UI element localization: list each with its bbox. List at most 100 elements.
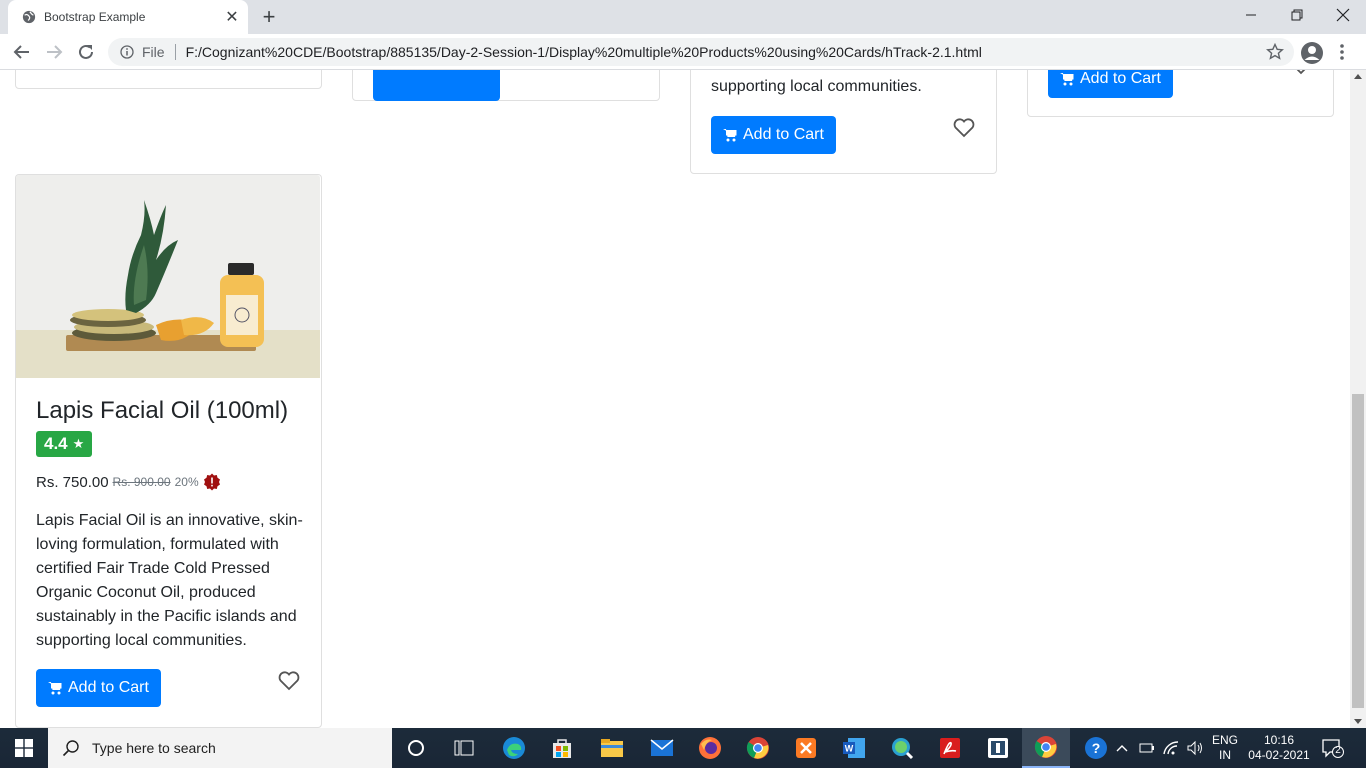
back-arrow-icon <box>13 45 29 59</box>
cortana-button[interactable] <box>392 728 440 768</box>
page-viewport: supporting local communities. Add to Car… <box>0 70 1350 728</box>
info-icon[interactable] <box>120 45 134 59</box>
add-to-cart-button[interactable]: Add to Cart <box>711 116 836 154</box>
globe-icon <box>22 10 36 24</box>
battery-network-icon[interactable] <box>1138 741 1156 755</box>
price-line: Rs. 750.00 Rs. 900.00 20% <box>36 473 221 491</box>
add-to-cart-button[interactable] <box>373 70 500 101</box>
scrollbar-thumb[interactable] <box>1352 394 1364 708</box>
vertical-scrollbar[interactable] <box>1350 70 1366 728</box>
region-code: IN <box>1219 748 1231 762</box>
browser-app[interactable] <box>878 728 926 768</box>
heart-icon[interactable] <box>953 118 975 138</box>
chrome-active-app[interactable] <box>1022 728 1070 768</box>
edge-icon <box>503 737 525 759</box>
help-tray[interactable]: ? <box>1072 728 1120 768</box>
remote-desktop-icon <box>988 738 1008 758</box>
wifi-icon[interactable] <box>1162 740 1180 756</box>
profile-icon[interactable] <box>1300 41 1324 65</box>
product-image <box>16 175 320 378</box>
globe-search-icon <box>892 738 914 760</box>
restore-button[interactable] <box>1274 0 1320 30</box>
notification-center-button[interactable]: 2 <box>1322 738 1344 758</box>
pdf-icon <box>940 738 960 758</box>
reload-icon <box>79 44 93 59</box>
product-card-2-bottom <box>352 70 660 101</box>
browser-toolbar: File F:/Cognizant%20CDE/Bootstrap/885135… <box>0 34 1366 70</box>
language-indicator[interactable]: ENG IN <box>1208 733 1242 763</box>
tray-expand-icon[interactable] <box>1116 743 1128 753</box>
heart-icon[interactable] <box>1290 70 1312 75</box>
add-to-cart-label: Add to Cart <box>68 679 149 696</box>
xampp-icon <box>796 738 816 758</box>
clock-date: 04-02-2021 <box>1248 748 1310 762</box>
scheme-label: File <box>142 44 165 60</box>
folder-icon <box>601 739 623 757</box>
task-view-button[interactable] <box>440 728 488 768</box>
cart-icon <box>48 682 62 695</box>
acrobat-app[interactable] <box>926 728 974 768</box>
firefox-icon <box>699 737 721 759</box>
add-to-cart-button[interactable]: Add to Cart <box>1048 70 1173 98</box>
close-tab-icon[interactable]: ✕ <box>224 9 240 26</box>
firefox-app[interactable] <box>686 728 734 768</box>
bookmark-star-icon[interactable] <box>1266 43 1284 61</box>
mail-app[interactable] <box>638 728 686 768</box>
price: Rs. 750.00 <box>36 473 109 491</box>
remote-app[interactable] <box>974 728 1022 768</box>
mail-icon <box>650 739 674 756</box>
store-app[interactable] <box>538 728 586 768</box>
edge-app[interactable] <box>490 728 538 768</box>
new-tab-button[interactable]: + <box>258 4 280 29</box>
rating-value: 4.4 <box>44 434 68 453</box>
reload-button[interactable] <box>73 39 99 65</box>
help-icon: ? <box>1085 737 1107 759</box>
close-window-button[interactable] <box>1320 0 1366 30</box>
forward-button[interactable] <box>41 39 67 65</box>
svg-text:W: W <box>845 744 854 754</box>
product-photo <box>16 175 320 378</box>
windows-logo-icon <box>15 739 33 757</box>
offer-badge-icon[interactable] <box>203 473 221 491</box>
start-button[interactable] <box>0 728 48 768</box>
chrome-icon <box>746 737 769 759</box>
minimize-icon <box>1246 14 1256 16</box>
close-icon <box>1336 8 1350 22</box>
taskbar-search[interactable]: Type here to search <box>48 728 392 768</box>
volume-icon[interactable] <box>1186 740 1204 756</box>
restore-icon <box>1291 9 1303 21</box>
product-card-4-bottom: Add to Cart <box>1027 70 1334 117</box>
notification-count: 2 <box>1335 745 1341 756</box>
language-code: ENG <box>1211 733 1238 747</box>
xampp-app[interactable] <box>782 728 830 768</box>
product-card-1-bottom <box>15 70 322 89</box>
clock-time: 10:16 <box>1263 733 1295 747</box>
file-explorer-app[interactable] <box>588 728 636 768</box>
scroll-down-arrow-icon[interactable] <box>1354 719 1362 724</box>
url-text[interactable]: F:/Cognizant%20CDE/Bootstrap/885135/Day-… <box>186 44 1266 60</box>
star-icon: ★ <box>72 436 85 451</box>
store-icon <box>553 739 571 758</box>
tab-title: Bootstrap Example <box>44 10 146 24</box>
rating-badge: 4.4 ★ <box>36 431 93 457</box>
chrome-app[interactable] <box>734 728 782 768</box>
product-description: Lapis Facial Oil is an innovative, skin-… <box>36 512 303 649</box>
cart-icon <box>723 129 737 142</box>
omnibox-separator <box>174 44 176 60</box>
cart-icon <box>1060 73 1074 86</box>
more-menu-icon[interactable] <box>1338 42 1346 62</box>
product-title: Lapis Facial Oil (100ml) <box>36 397 289 424</box>
add-to-cart-label: Add to Cart <box>1080 70 1161 87</box>
add-to-cart-button[interactable]: Add to Cart <box>36 669 161 707</box>
chrome-icon <box>1034 736 1057 758</box>
address-bar[interactable]: File F:/Cognizant%20CDE/Bootstrap/885135… <box>108 38 1294 66</box>
minimize-button[interactable] <box>1228 0 1274 30</box>
tab-strip: Bootstrap Example ✕ + <box>0 0 1366 34</box>
original-price: Rs. 900.00 <box>112 475 171 489</box>
back-button[interactable] <box>9 39 35 65</box>
clock[interactable]: 10:16 04-02-2021 <box>1246 733 1312 763</box>
browser-tab[interactable]: Bootstrap Example ✕ <box>8 0 248 34</box>
scroll-up-arrow-icon[interactable] <box>1354 74 1362 79</box>
word-app[interactable]: W <box>830 728 878 768</box>
wishlist-heart-icon[interactable] <box>278 671 300 691</box>
